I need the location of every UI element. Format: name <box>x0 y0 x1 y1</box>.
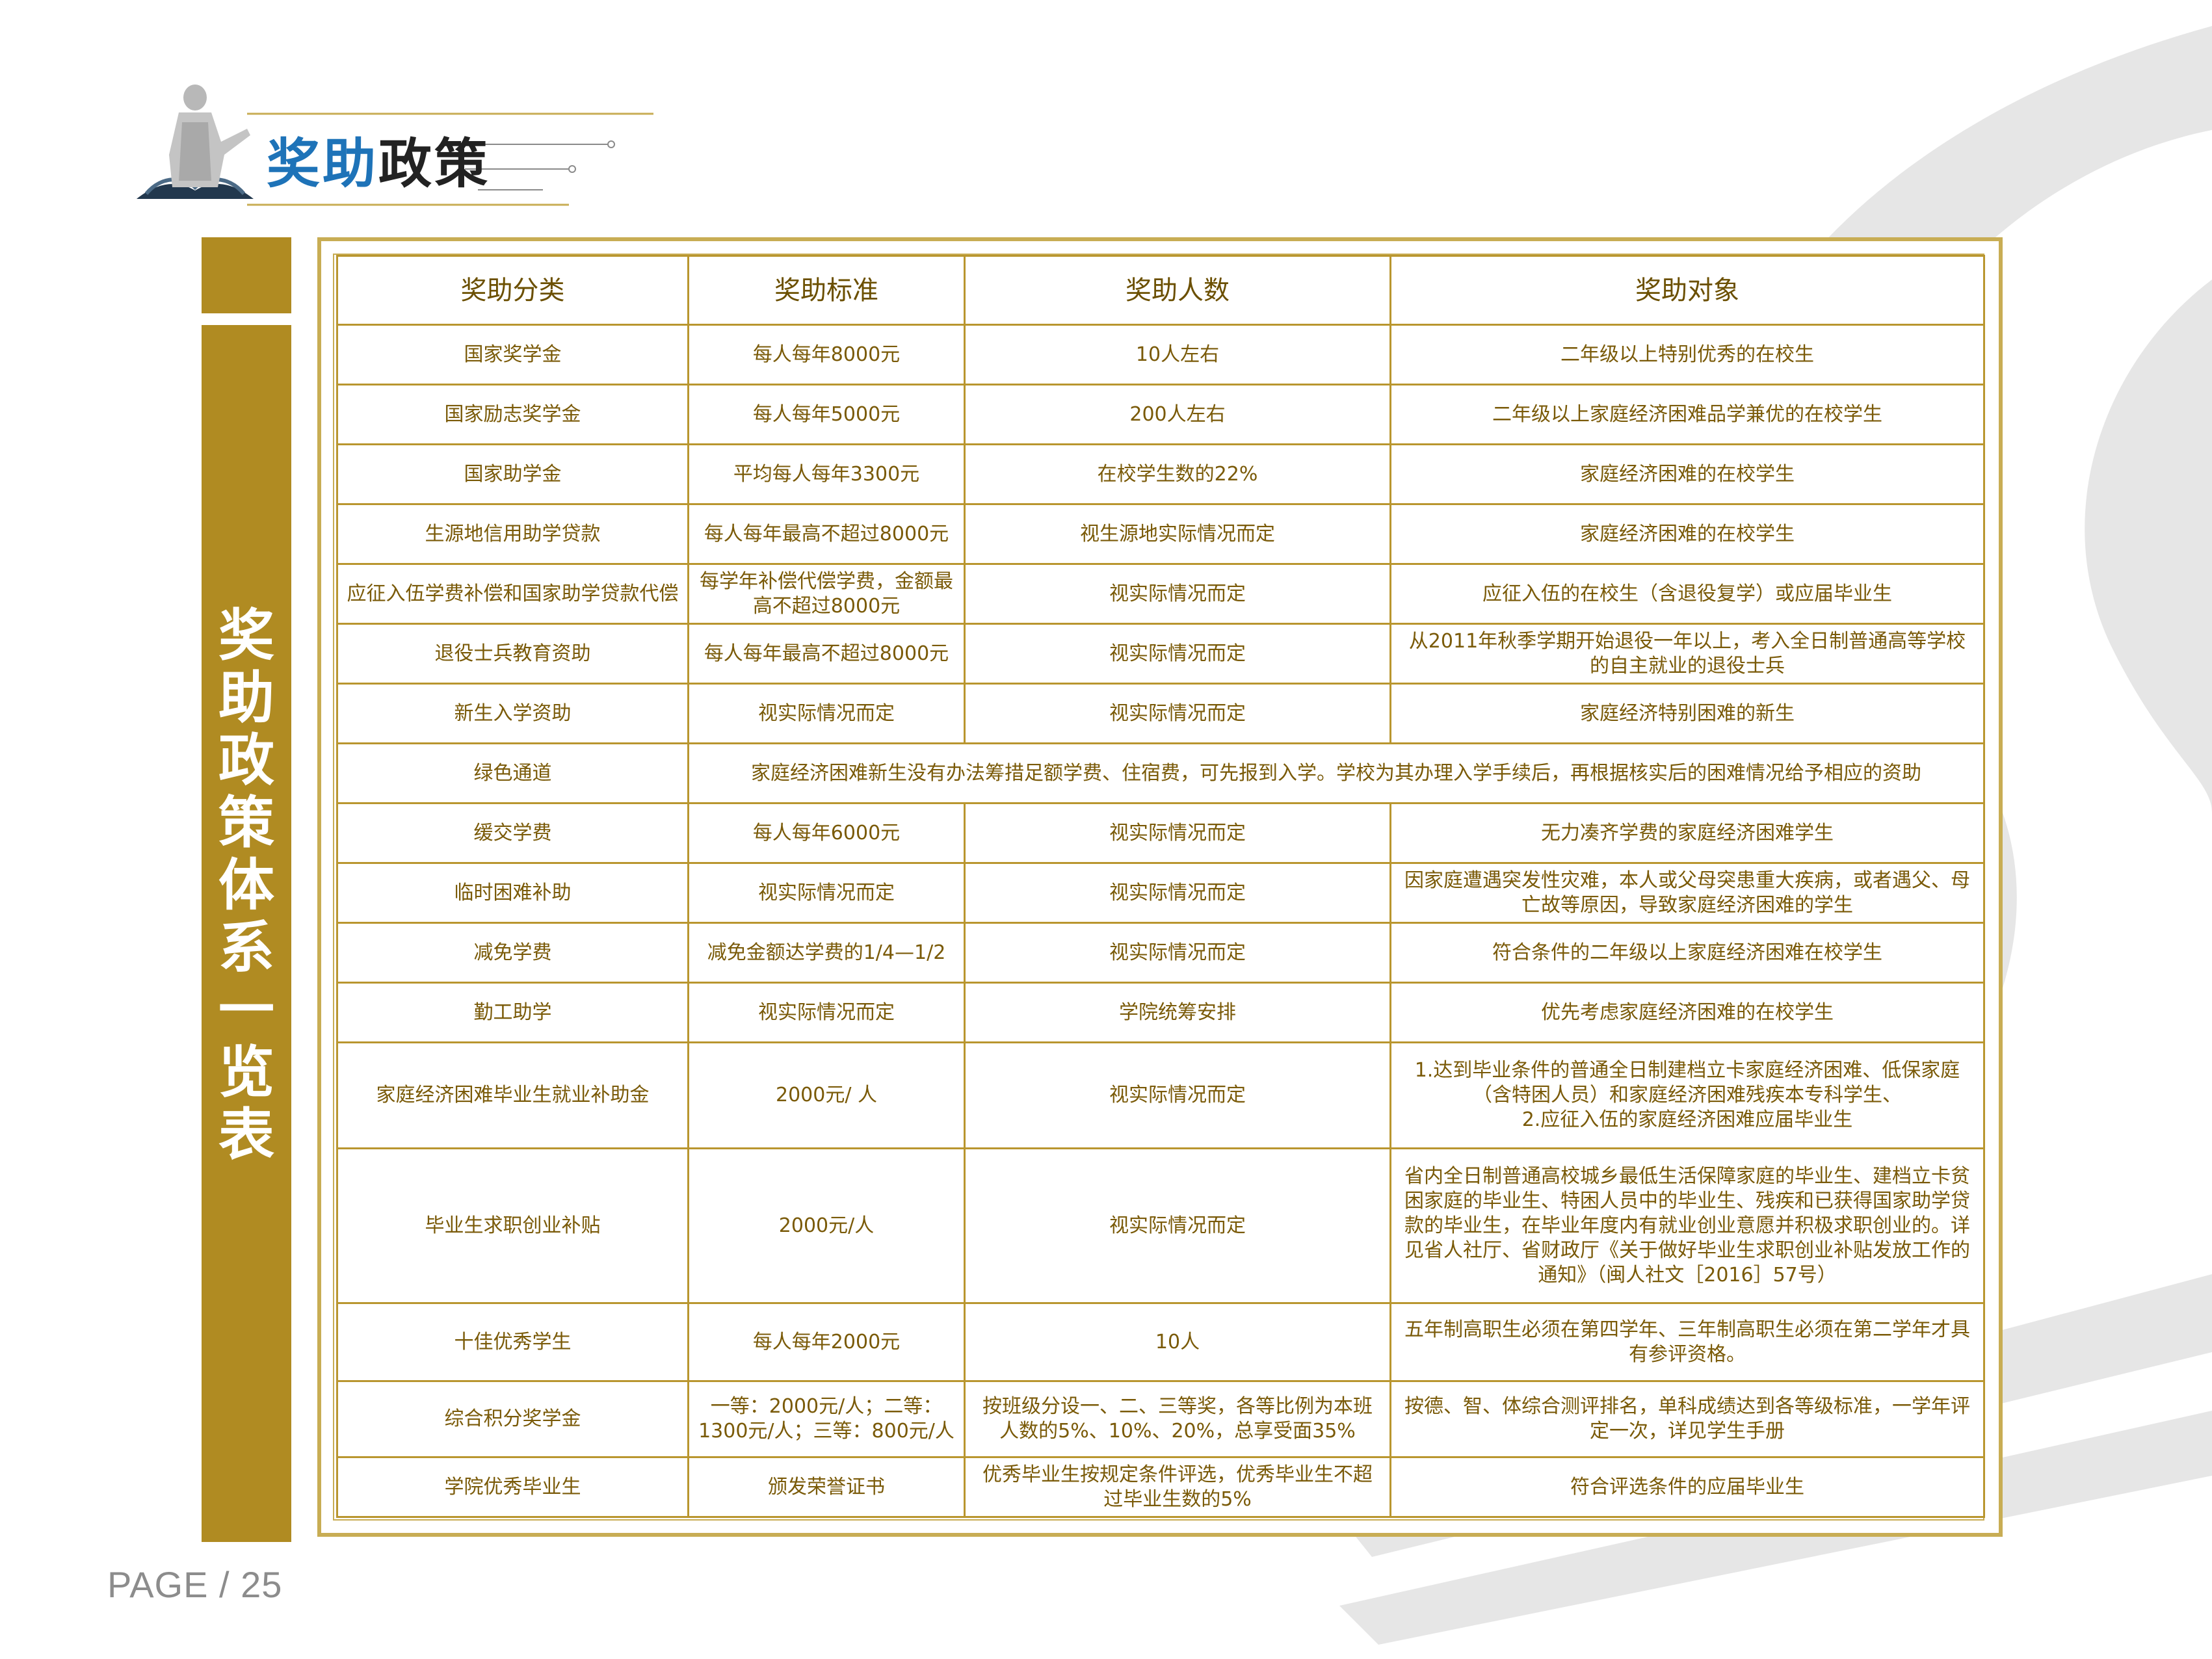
cell-standard: 减免金额达学费的1/4—1/2 <box>687 922 966 984</box>
cell-category: 应征入伍学费补偿和国家助学贷款代偿 <box>336 563 689 625</box>
cell-category: 临时困难补助 <box>336 862 689 924</box>
cell-category: 缓交学费 <box>336 802 689 864</box>
cell-count: 200人左右 <box>964 384 1391 445</box>
cell-count: 10人 <box>964 1302 1391 1382</box>
cell-target: 优先考虑家庭经济困难的在校学生 <box>1389 982 1985 1043</box>
cell-standard: 每人每年5000元 <box>687 384 966 445</box>
cell-target: 应征入伍的在校生（含退役复学）或应届毕业生 <box>1389 563 1985 625</box>
table-row: 临时困难补助 视实际情况而定 视实际情况而定 因家庭遭遇突发性灾难，本人或父母突… <box>336 862 1985 924</box>
cell-category: 退役士兵教育资助 <box>336 623 689 685</box>
page-title-part2: 政策 <box>378 133 491 195</box>
cell-target: 1.达到毕业条件的普通全日制建档立卡家庭经济困难、低保家庭（含特困人员）和家庭经… <box>1389 1041 1985 1149</box>
cell-standard: 每人每年最高不超过8000元 <box>687 623 966 685</box>
cell-category: 国家助学金 <box>336 443 689 505</box>
cell-count: 优秀毕业生按规定条件评选，优秀毕业生不超过毕业生数的5% <box>964 1456 1391 1518</box>
cell-category: 生源地信用助学贷款 <box>336 503 689 565</box>
sidebar-top-block <box>202 237 291 313</box>
cell-target: 符合评选条件的应届毕业生 <box>1389 1456 1985 1518</box>
cell-standard: 2000元/人 <box>687 1147 966 1304</box>
cell-count: 视实际情况而定 <box>964 563 1391 625</box>
cell-target: 符合条件的二年级以上家庭经济困难在校学生 <box>1389 922 1985 984</box>
cell-target: 家庭经济困难的在校学生 <box>1389 503 1985 565</box>
table-row: 减免学费 减免金额达学费的1/4—1/2 视实际情况而定 符合条件的二年级以上家… <box>336 922 1985 984</box>
cell-standard: 视实际情况而定 <box>687 862 966 924</box>
cell-standard: 一等：2000元/人；二等：1300元/人；三等：800元/人 <box>687 1380 966 1458</box>
cell-count: 视实际情况而定 <box>964 802 1391 864</box>
cell-target: 从2011年秋季学期开始退役一年以上，考入全日制普通高等学校的自主就业的退役士兵 <box>1389 623 1985 685</box>
header-standard: 奖助标准 <box>687 255 966 326</box>
table-row: 退役士兵教育资助 每人每年最高不超过8000元 视实际情况而定 从2011年秋季… <box>336 623 1985 685</box>
cell-standard: 每人每年最高不超过8000元 <box>687 503 966 565</box>
table-row: 国家励志奖学金 每人每年5000元 200人左右 二年级以上家庭经济困难品学兼优… <box>336 384 1985 445</box>
cell-count: 视实际情况而定 <box>964 623 1391 685</box>
cell-count: 视实际情况而定 <box>964 862 1391 924</box>
cell-count: 学院统筹安排 <box>964 982 1391 1043</box>
cell-count: 视生源地实际情况而定 <box>964 503 1391 565</box>
table-row: 国家助学金 平均每人每年3300元 在校学生数的22% 家庭经济困难的在校学生 <box>336 443 1985 505</box>
cell-category: 学院优秀毕业生 <box>336 1456 689 1518</box>
cell-category: 综合积分奖学金 <box>336 1380 689 1458</box>
page-title: 奖助政策 <box>267 120 490 198</box>
cell-category: 毕业生求职创业补贴 <box>336 1147 689 1304</box>
cell-standard: 视实际情况而定 <box>687 683 966 744</box>
table-row: 绿色通道 家庭经济困难新生没有办法筹措足额学费、住宿费，可先报到入学。学校为其办… <box>336 742 1985 804</box>
cell-target: 因家庭遭遇突发性灾难，本人或父母突患重大疾病，或者遇父、母亡故等原因，导致家庭经… <box>1389 862 1985 924</box>
cell-target: 五年制高职生必须在第四学年、三年制高职生必须在第二学年才具有参评资格。 <box>1389 1302 1985 1382</box>
cell-category: 减免学费 <box>336 922 689 984</box>
table-row: 新生入学资助 视实际情况而定 视实际情况而定 家庭经济特别困难的新生 <box>336 683 1985 744</box>
cell-count: 按班级分设一、二、三等奖，各等比例为本班人数的5%、10%、20%，总享受面35… <box>964 1380 1391 1458</box>
cell-category: 十佳优秀学生 <box>336 1302 689 1382</box>
cell-standard: 每学年补偿代偿学费，金额最高不超过8000元 <box>687 563 966 625</box>
table-row: 应征入伍学费补偿和国家助学贷款代偿 每学年补偿代偿学费，金额最高不超过8000元… <box>336 563 1985 625</box>
header-target: 奖助对象 <box>1389 255 1985 326</box>
cell-count: 视实际情况而定 <box>964 1147 1391 1304</box>
table-row: 毕业生求职创业补贴 2000元/人 视实际情况而定 省内全日制普通高校城乡最低生… <box>336 1147 1985 1304</box>
cell-target: 家庭经济困难的在校学生 <box>1389 443 1985 505</box>
cell-target: 家庭经济特别困难的新生 <box>1389 683 1985 744</box>
header-count: 奖助人数 <box>964 255 1391 326</box>
cell-count: 视实际情况而定 <box>964 922 1391 984</box>
cell-category: 国家励志奖学金 <box>336 384 689 445</box>
cell-target: 无力凑齐学费的家庭经济困难学生 <box>1389 802 1985 864</box>
scholar-statue-icon <box>137 85 254 199</box>
table-row: 十佳优秀学生 每人每年2000元 10人 五年制高职生必须在第四学年、三年制高职… <box>336 1302 1985 1382</box>
cell-category: 家庭经济困难毕业生就业补助金 <box>336 1041 689 1149</box>
cell-count: 在校学生数的22% <box>964 443 1391 505</box>
cell-category: 新生入学资助 <box>336 683 689 744</box>
table-row: 学院优秀毕业生 颁发荣誉证书 优秀毕业生按规定条件评选，优秀毕业生不超过毕业生数… <box>336 1456 1985 1518</box>
table-header-row: 奖助分类 奖助标准 奖助人数 奖助对象 <box>336 255 1985 326</box>
cell-target: 二年级以上家庭经济困难品学兼优的在校学生 <box>1389 384 1985 445</box>
cell-standard: 平均每人每年3300元 <box>687 443 966 505</box>
policy-table: 奖助分类 奖助标准 奖助人数 奖助对象 国家奖学金 每人每年8000元 10人左… <box>336 255 1985 1518</box>
cell-standard: 每人每年2000元 <box>687 1302 966 1382</box>
cell-target: 按德、智、体综合测评排名，单科成绩达到各等级标准，一学年评定一次，详见学生手册 <box>1389 1380 1985 1458</box>
table-row: 勤工助学 视实际情况而定 学院统筹安排 优先考虑家庭经济困难的在校学生 <box>336 982 1985 1043</box>
table-row: 缓交学费 每人每年6000元 视实际情况而定 无力凑齐学费的家庭经济困难学生 <box>336 802 1985 864</box>
cell-standard: 2000元/ 人 <box>687 1041 966 1149</box>
cell-merged-description: 家庭经济困难新生没有办法筹措足额学费、住宿费，可先报到入学。学校为其办理入学手续… <box>687 742 1985 804</box>
header-category: 奖助分类 <box>336 255 689 326</box>
cell-category: 绿色通道 <box>336 742 689 804</box>
cell-category: 国家奖学金 <box>336 324 689 385</box>
sidebar-title: 奖助政策体系一览表 <box>218 603 274 1168</box>
cell-category: 勤工助学 <box>336 982 689 1043</box>
cell-count: 10人左右 <box>964 324 1391 385</box>
sidebar-main-block: 奖助政策体系一览表 <box>202 325 291 1542</box>
page-title-part1: 奖助 <box>267 133 379 195</box>
cell-count: 视实际情况而定 <box>964 1041 1391 1149</box>
table-row: 国家奖学金 每人每年8000元 10人左右 二年级以上特别优秀的在校生 <box>336 324 1985 385</box>
cell-standard: 每人每年8000元 <box>687 324 966 385</box>
table-row: 生源地信用助学贷款 每人每年最高不超过8000元 视生源地实际情况而定 家庭经济… <box>336 503 1985 565</box>
table-row: 综合积分奖学金 一等：2000元/人；二等：1300元/人；三等：800元/人 … <box>336 1380 1985 1458</box>
cell-standard: 视实际情况而定 <box>687 982 966 1043</box>
cell-standard: 每人每年6000元 <box>687 802 966 864</box>
cell-count: 视实际情况而定 <box>964 683 1391 744</box>
cell-target: 二年级以上特别优秀的在校生 <box>1389 324 1985 385</box>
page-number: PAGE / 25 <box>107 1564 283 1605</box>
table-row: 家庭经济困难毕业生就业补助金 2000元/ 人 视实际情况而定 1.达到毕业条件… <box>336 1041 1985 1149</box>
cell-standard: 颁发荣誉证书 <box>687 1456 966 1518</box>
cell-target: 省内全日制普通高校城乡最低生活保障家庭的毕业生、建档立卡贫困家庭的毕业生、特困人… <box>1389 1147 1985 1304</box>
